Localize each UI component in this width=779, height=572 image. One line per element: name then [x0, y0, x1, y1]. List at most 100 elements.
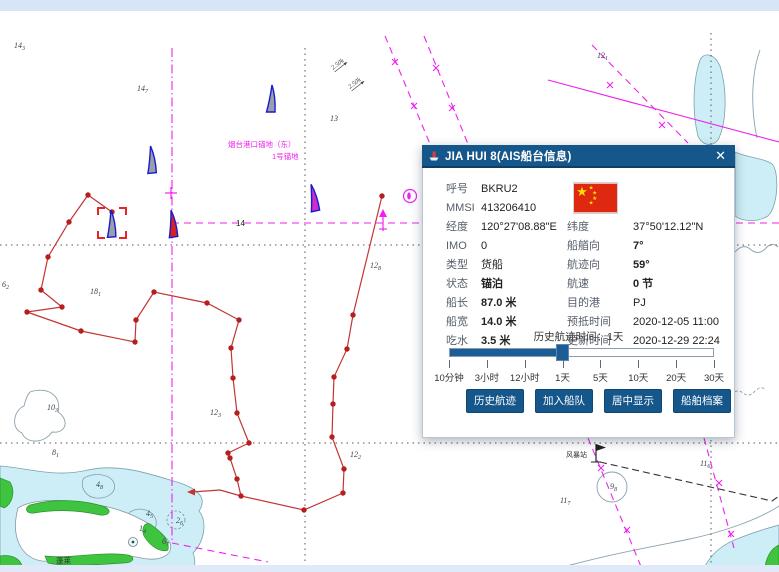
depth-contour: [753, 50, 760, 138]
track-point[interactable]: [59, 304, 64, 309]
track-point[interactable]: [225, 450, 230, 455]
current-annotation: 2.50k: [330, 56, 348, 73]
field-label: 纬度: [567, 220, 589, 234]
track-point[interactable]: [238, 493, 243, 498]
slider-tick: [714, 360, 715, 368]
history-time-slider[interactable]: [449, 348, 714, 357]
chart-label: 1号锚地: [272, 151, 299, 161]
track-point[interactable]: [331, 374, 336, 379]
light-symbol: [407, 192, 411, 199]
field-label: 航迹向: [567, 258, 600, 272]
field-label: 预抵时间: [567, 315, 611, 329]
history-track-time-label: 历史航迹时间：1天: [423, 329, 734, 344]
chart-label: 烟台港口锚地（东）: [228, 139, 296, 149]
depth-sounding: 122: [350, 450, 361, 461]
track-point[interactable]: [228, 345, 233, 350]
track-point[interactable]: [350, 312, 355, 317]
ais-ship-target[interactable]: [267, 85, 276, 112]
field-label: 航速: [567, 277, 589, 291]
track-point[interactable]: [344, 346, 349, 351]
popup-header[interactable]: JIA HUI 8(AIS船台信息) ✕: [422, 145, 735, 168]
track-point[interactable]: [340, 490, 345, 495]
field-value: 14.0 米: [481, 315, 516, 329]
field-value: BKRU2: [481, 182, 518, 196]
track-point[interactable]: [78, 328, 83, 333]
track-point[interactable]: [330, 401, 335, 406]
field-value: 87.0 米: [481, 296, 516, 310]
depth-sounding: 181: [90, 287, 101, 298]
depth-sounding: 98: [610, 482, 617, 493]
china-flag: ★★★★★: [574, 183, 617, 213]
track-point[interactable]: [341, 466, 346, 471]
north-arrow: [379, 209, 387, 217]
slider-tick: [449, 360, 450, 368]
track-point[interactable]: [227, 455, 232, 460]
slider-tick: [525, 360, 526, 368]
ais-ship-target[interactable]: [106, 210, 116, 238]
slider-tick: [638, 360, 639, 368]
ship-icon: [428, 149, 440, 162]
field-label: 经度: [446, 220, 468, 234]
track-point[interactable]: [133, 317, 138, 322]
field-value: 120°27'08.88"E: [481, 220, 557, 234]
track-point[interactable]: [230, 375, 235, 380]
track-point[interactable]: [329, 434, 334, 439]
action-button[interactable]: 船舶档案: [673, 389, 731, 413]
field-label: 呼号: [446, 182, 468, 196]
action-button[interactable]: 居中显示: [604, 389, 662, 413]
chart-label: 风暴站: [566, 450, 587, 459]
track-point[interactable]: [24, 309, 29, 314]
track-point[interactable]: [379, 193, 384, 198]
svg-text:★: ★: [576, 184, 588, 199]
ais-ship-target[interactable]: [166, 210, 178, 238]
rock-symbol: [132, 541, 135, 544]
ship-track: [27, 195, 382, 510]
depth-sounding: 103: [47, 403, 58, 414]
ais-ship-target[interactable]: [145, 146, 156, 174]
field-value: 锚泊: [481, 277, 503, 291]
depth-sounding: 13: [330, 114, 338, 123]
track-point[interactable]: [151, 289, 156, 294]
track-point[interactable]: [246, 440, 251, 445]
depth-sounding: 81: [52, 448, 59, 459]
track-point[interactable]: [234, 410, 239, 415]
slider-tick-label: 30天: [689, 370, 739, 384]
info-row: 状态锚泊 航速 0 节: [423, 277, 734, 296]
field-value: 2020-12-05 11:00: [633, 315, 719, 329]
ais-ship-target[interactable]: [306, 184, 320, 212]
info-row: 船长87.0 米目的港PJ: [423, 296, 734, 315]
field-label: 类型: [446, 258, 468, 272]
route-line: [424, 36, 468, 144]
depth-sounding: 117: [560, 496, 571, 507]
slider-handle[interactable]: [556, 344, 569, 361]
slider-fill: [450, 349, 563, 356]
info-row: IMO0船艏向7°: [423, 239, 734, 258]
field-label: 船长: [446, 296, 468, 310]
svg-text:★: ★: [589, 199, 594, 206]
slider-tick: [487, 360, 488, 368]
route-line: [385, 36, 430, 144]
field-label: 状态: [446, 277, 468, 291]
field-value: PJ: [633, 296, 646, 310]
track-point[interactable]: [204, 300, 209, 305]
depth-contour: [735, 244, 778, 252]
depth-sounding: 143: [14, 41, 25, 52]
track-point[interactable]: [234, 476, 239, 481]
field-value: 59°: [633, 258, 650, 272]
depth-contour: [15, 390, 66, 441]
action-button[interactable]: 加入船队: [535, 389, 593, 413]
action-button[interactable]: 历史航迹: [466, 389, 524, 413]
track-point[interactable]: [236, 317, 241, 322]
close-icon[interactable]: ✕: [712, 149, 729, 162]
info-row: 经度120°27'08.88"E纬度37°50'12.12"N: [423, 220, 734, 239]
depth-sounding: 147: [137, 84, 149, 95]
field-value: 7°: [633, 239, 644, 253]
track-point[interactable]: [301, 507, 306, 512]
track-point[interactable]: [38, 287, 43, 292]
track-point[interactable]: [85, 192, 90, 197]
track-point[interactable]: [45, 254, 50, 259]
shallow-water-area: [735, 152, 777, 221]
field-value: 0 节: [633, 277, 653, 291]
track-point[interactable]: [66, 219, 71, 224]
track-point[interactable]: [132, 339, 137, 344]
